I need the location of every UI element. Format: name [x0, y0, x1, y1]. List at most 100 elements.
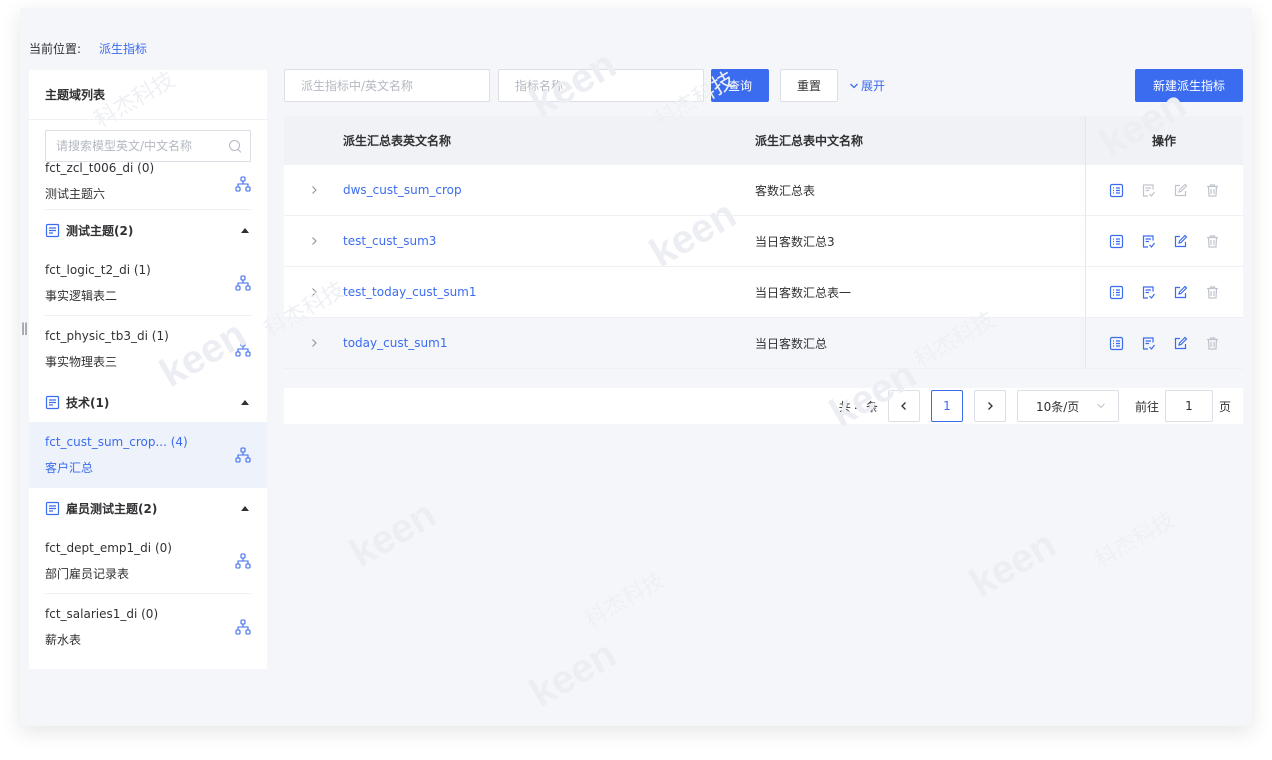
metric-name-input[interactable] — [515, 78, 703, 93]
row-en-name-link[interactable]: test_today_cust_sum1 — [343, 285, 477, 299]
watermark-text: keen — [963, 522, 1064, 606]
detail-icon[interactable] — [1109, 183, 1124, 198]
edit-icon[interactable] — [1173, 234, 1188, 249]
page-size-select[interactable]: 10条/页 — [1016, 390, 1119, 422]
breadcrumb: 当前位置: 派生指标 — [29, 40, 147, 56]
tree-item-physic-tb3[interactable]: fct_physic_tb3_di (1) 事实物理表三 — [29, 316, 267, 382]
page-button-current[interactable]: 1 — [930, 390, 963, 422]
caret-up-icon[interactable] — [241, 505, 249, 511]
group-title: 雇员测试主题(2) — [66, 501, 158, 516]
group-header-employee-test[interactable]: 雇员测试主题(2) — [29, 488, 267, 528]
goto-page-input[interactable]: 1 — [1164, 390, 1213, 422]
org-chart-icon[interactable] — [235, 553, 251, 569]
tree-item-en: fct_zcl_t006_di (0) — [45, 161, 155, 175]
chevron-right-icon[interactable] — [309, 236, 319, 246]
group-header-test-topic[interactable]: 测试主题(2) — [29, 210, 267, 250]
chevron-down-icon — [1097, 403, 1105, 409]
review-icon[interactable] — [1141, 183, 1156, 198]
tree-item-cn: 薪水表 — [45, 633, 82, 647]
group-header-tech[interactable]: 技术(1) — [29, 382, 267, 422]
org-chart-icon[interactable] — [235, 341, 251, 357]
chevron-right-icon[interactable] — [309, 185, 319, 195]
table-row: dws_cust_sum_crop 客数汇总表 — [284, 165, 1243, 216]
goto-label: 前往 — [1134, 399, 1159, 414]
table-row: test_cust_sum3 当日客数汇总3 — [284, 216, 1243, 267]
table-row: test_today_cust_sum1 当日客数汇总表一 — [284, 267, 1243, 318]
tree-item-zcl-t006[interactable]: fct_zcl_t006_di (0) 测试主题六 — [29, 161, 267, 210]
caret-up-icon[interactable] — [241, 227, 249, 233]
row-cn-name: 当日客数汇总表一 — [755, 285, 852, 300]
tree-item-cust-sum-crop[interactable]: fct_cust_sum_crop... (4) 客户汇总 — [29, 422, 267, 488]
edit-icon[interactable] — [1173, 336, 1188, 351]
prev-page-button[interactable] — [887, 390, 920, 422]
org-chart-icon[interactable] — [235, 619, 251, 635]
detail-icon[interactable] — [1109, 336, 1124, 351]
caret-up-icon[interactable] — [241, 399, 249, 405]
edit-icon[interactable] — [1173, 285, 1188, 300]
review-icon[interactable] — [1141, 234, 1156, 249]
chevron-down-icon — [850, 83, 858, 88]
search-icon[interactable] — [228, 139, 242, 153]
org-chart-icon[interactable] — [235, 176, 251, 192]
row-en-name-link[interactable]: today_cust_sum1 — [343, 336, 447, 350]
header-operations: 操作 — [1085, 116, 1243, 165]
app-window: 当前位置: 派生指标 主题域列表 fct_zcl_t006_di (0) 测试主… — [20, 8, 1252, 726]
group-title: 技术(1) — [66, 395, 110, 410]
tree-item-cn: 事实逻辑表二 — [45, 289, 118, 303]
row-cn-name: 当日客数汇总 — [755, 336, 828, 351]
delete-icon[interactable] — [1205, 285, 1220, 300]
edit-icon[interactable] — [1173, 183, 1188, 198]
model-search-input[interactable] — [56, 139, 228, 153]
topic-sidebar: 主题域列表 fct_zcl_t006_di (0) 测试主题六 — [29, 70, 267, 669]
tree-item-cn: 测试主题六 — [45, 187, 106, 201]
watermark-mark: 科杰科技 — [1091, 508, 1180, 574]
tree-item-en: fct_salaries1_di (0) — [45, 607, 159, 621]
tree-item-salaries1[interactable]: fct_salaries1_di (0) 薪水表 — [29, 594, 267, 660]
header-en-name: 派生汇总表英文名称 — [343, 134, 452, 148]
review-icon[interactable] — [1141, 336, 1156, 351]
new-derived-metric-button[interactable]: 新建派生指标 — [1135, 69, 1243, 102]
tree-item-en: fct_cust_sum_crop... (4) — [45, 435, 188, 449]
tree-item-logic-t2[interactable]: fct_logic_t2_di (1) 事实逻辑表二 — [29, 250, 267, 316]
next-page-button[interactable] — [973, 390, 1006, 422]
chevron-right-icon[interactable] — [309, 287, 319, 297]
reset-button[interactable]: 重置 — [780, 69, 838, 102]
derived-name-input[interactable] — [301, 78, 489, 93]
chevron-right-icon[interactable] — [309, 338, 319, 348]
page-size-value: 10条/页 — [1035, 399, 1080, 414]
table-header: 派生汇总表英文名称 派生汇总表中文名称 操作 — [284, 116, 1243, 165]
review-icon[interactable] — [1141, 285, 1156, 300]
page-suffix: 页 — [1218, 399, 1231, 414]
org-chart-icon[interactable] — [235, 447, 251, 463]
pagination-total: 共 4 条 — [838, 399, 878, 414]
watermark-mark: keen — [343, 492, 444, 576]
org-chart-icon[interactable] — [235, 275, 251, 291]
detail-icon[interactable] — [1109, 234, 1124, 249]
watermark-cn-text: 科杰科技 — [581, 568, 670, 634]
delete-icon[interactable] — [1205, 183, 1220, 198]
sidebar-collapse-handle[interactable]: || — [20, 310, 28, 346]
tree-item-en: fct_dept_emp1_di (0) — [45, 541, 172, 555]
document-icon — [45, 501, 60, 515]
expand-toggle[interactable]: 展开 — [849, 69, 885, 102]
sidebar-title: 主题域列表 — [29, 70, 267, 120]
watermark-mark: keen — [523, 632, 624, 716]
chevron-left-icon — [901, 402, 906, 410]
tree-item-cn: 事实物理表三 — [45, 355, 118, 369]
delete-icon[interactable] — [1205, 234, 1220, 249]
sidebar-search — [45, 130, 251, 162]
table-row: today_cust_sum1 当日客数汇总 — [284, 318, 1243, 369]
pagination: 共 4 条 1 10条/页 前往 1 页 — [284, 388, 1243, 424]
row-en-name-link[interactable]: test_cust_sum3 — [343, 234, 436, 248]
metric-name-input-box — [498, 69, 704, 102]
row-en-name-link[interactable]: dws_cust_sum_crop — [343, 183, 462, 197]
expand-label: 展开 — [861, 79, 886, 93]
detail-icon[interactable] — [1109, 285, 1124, 300]
delete-icon[interactable] — [1205, 336, 1220, 351]
breadcrumb-current[interactable]: 派生指标 — [99, 40, 147, 57]
tree-item-dept-emp1[interactable]: fct_dept_emp1_di (0) 部门雇员记录表 — [29, 528, 267, 594]
query-button[interactable]: 查询 — [711, 69, 769, 102]
header-cn-name: 派生汇总表中文名称 — [755, 134, 864, 148]
tree-item-cn: 部门雇员记录表 — [45, 567, 130, 581]
watermark-cn-text: 科杰科技 — [1091, 508, 1180, 574]
